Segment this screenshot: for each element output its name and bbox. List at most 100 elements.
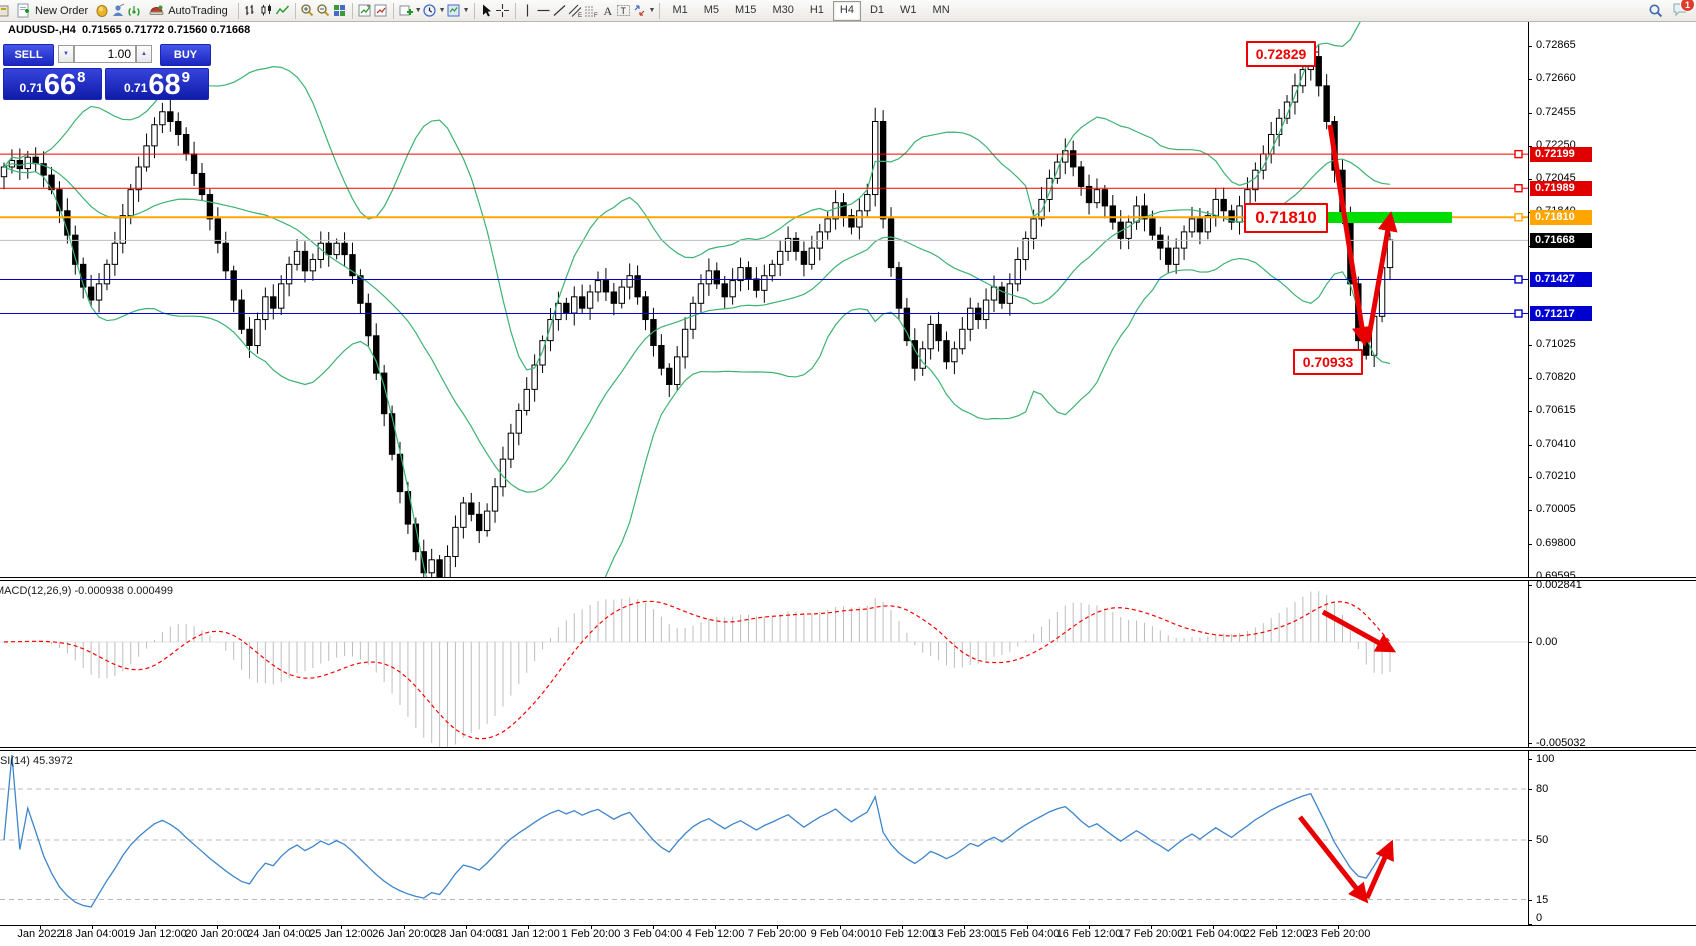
line-chart-icon[interactable] xyxy=(275,3,291,19)
indicator-list-icon[interactable] xyxy=(373,3,389,19)
candle xyxy=(944,341,949,362)
search-icon[interactable] xyxy=(1648,3,1664,19)
price-callout[interactable]: 0.72829 xyxy=(1246,41,1316,67)
signal-icon[interactable] xyxy=(126,3,142,19)
candle xyxy=(294,251,299,264)
notifications-button[interactable]: 1 xyxy=(1672,1,1688,20)
bar-chart-icon[interactable] xyxy=(243,3,259,19)
tab-timeframe-m30[interactable]: M30 xyxy=(765,1,800,21)
level-end-marker[interactable] xyxy=(1515,185,1522,192)
candlestick-icon[interactable] xyxy=(259,3,275,19)
annotation-arrow[interactable] xyxy=(1330,125,1364,340)
candle xyxy=(49,175,54,190)
toolbar: New Order AutoTrading ▼ ▼ ▼ E xyxy=(0,0,1696,22)
panel-divider[interactable] xyxy=(0,747,1696,751)
candle xyxy=(564,303,569,313)
level-end-marker[interactable] xyxy=(1515,151,1522,158)
candle xyxy=(1213,199,1218,215)
buy-price-display[interactable]: 0.71689 xyxy=(105,68,209,100)
autotrading-icon xyxy=(148,3,164,19)
rsi-axis-label: 15 xyxy=(1536,894,1548,906)
new-order-button[interactable]: New Order xyxy=(9,0,94,22)
buy-button[interactable]: BUY xyxy=(160,44,211,66)
chevron-down-icon[interactable]: ▼ xyxy=(415,7,422,14)
equidistant-channel-icon[interactable]: E xyxy=(568,3,584,19)
text-label-icon[interactable]: T xyxy=(616,3,632,19)
text-icon[interactable]: A xyxy=(600,3,616,19)
chevron-down-icon[interactable]: ▼ xyxy=(649,7,656,14)
template-icon[interactable] xyxy=(446,3,462,19)
zoom-out-icon[interactable] xyxy=(316,3,332,19)
candle xyxy=(730,281,735,297)
candle xyxy=(437,560,442,577)
indicator-up-icon[interactable] xyxy=(357,3,373,19)
buy-price-sup: 9 xyxy=(182,69,190,86)
annotation-arrow[interactable] xyxy=(1368,218,1390,342)
candle xyxy=(762,276,767,291)
candle xyxy=(445,557,450,577)
vertical-line-icon[interactable] xyxy=(520,3,536,19)
chevron-down-icon[interactable]: ▼ xyxy=(463,7,470,14)
price-callout[interactable]: 0.71810 xyxy=(1244,203,1328,233)
bucket-icon[interactable] xyxy=(94,3,110,19)
macd-indicator-label: MACD(12,26,9) -0.000938 0.000499 xyxy=(0,585,173,597)
level-end-marker[interactable] xyxy=(1515,310,1522,317)
chart-area[interactable]: AUDUSD-,H4 0.71565 0.71772 0.71560 0.716… xyxy=(0,22,1696,946)
annotation-arrow[interactable] xyxy=(1300,817,1364,898)
candle xyxy=(1094,190,1099,203)
time-axis-tick xyxy=(404,925,405,929)
candle xyxy=(247,329,252,345)
fibonacci-icon[interactable]: F xyxy=(584,3,600,19)
time-axis-tick xyxy=(155,925,156,929)
tab-timeframe-w1[interactable]: W1 xyxy=(893,1,924,21)
tab-timeframe-mn[interactable]: MN xyxy=(926,1,957,21)
price-axis-label: 0.70005 xyxy=(1536,503,1576,515)
candle xyxy=(1,167,6,177)
cursor-icon[interactable] xyxy=(479,3,495,19)
one-click-trading-panel: SELL ▼ 1.00 ▲ BUY 0.71668 0.71689 xyxy=(3,44,209,100)
volume-increase-button[interactable]: ▲ xyxy=(136,45,152,63)
price-badge: 0.71427 xyxy=(1530,272,1592,287)
tab-timeframe-m1[interactable]: M1 xyxy=(665,1,694,21)
separator xyxy=(352,3,353,19)
tab-timeframe-m15[interactable]: M15 xyxy=(728,1,763,21)
time-axis-label: 18 Jan 04:00 xyxy=(60,928,124,940)
price-axis-label: 0.72660 xyxy=(1536,72,1576,84)
candle xyxy=(429,560,434,573)
price-callout[interactable]: 0.70933 xyxy=(1293,349,1363,375)
volume-decrease-button[interactable]: ▼ xyxy=(58,45,74,63)
time-axis-tick xyxy=(1338,925,1339,929)
tab-timeframe-d1[interactable]: D1 xyxy=(863,1,891,21)
zoom-in-icon[interactable] xyxy=(300,3,316,19)
candle xyxy=(302,251,307,270)
tile-windows-icon[interactable] xyxy=(332,3,348,19)
time-axis-label: 31 Jan 12:00 xyxy=(496,928,560,940)
sell-price-display[interactable]: 0.71668 xyxy=(3,68,102,100)
period-clock-icon[interactable] xyxy=(422,3,438,19)
sell-button[interactable]: SELL xyxy=(3,44,54,66)
time-axis-label: 7 Feb 20:00 xyxy=(748,928,807,940)
arrows-icon[interactable] xyxy=(632,3,648,19)
ohlc-values: 0.71565 0.71772 0.71560 0.71668 xyxy=(82,24,250,36)
volume-input[interactable]: 1.00 xyxy=(74,45,136,63)
candle xyxy=(1023,238,1028,259)
autotrading-button[interactable]: AutoTrading xyxy=(142,0,234,22)
green-zone-bar[interactable] xyxy=(1307,212,1452,223)
level-end-marker[interactable] xyxy=(1515,214,1522,221)
panel-divider[interactable] xyxy=(0,577,1696,581)
horizontal-line-icon[interactable] xyxy=(536,3,552,19)
time-axis-tick xyxy=(279,925,280,929)
candle xyxy=(675,357,680,385)
tab-timeframe-m5[interactable]: M5 xyxy=(697,1,726,21)
profile-chart-icon[interactable] xyxy=(110,3,126,19)
trendline-icon[interactable] xyxy=(552,3,568,19)
candle xyxy=(1166,248,1171,264)
chevron-down-icon[interactable]: ▼ xyxy=(439,7,446,14)
add-indicator-icon[interactable] xyxy=(398,3,414,19)
candle xyxy=(1110,206,1115,222)
crosshair-icon[interactable] xyxy=(495,3,511,19)
level-end-marker[interactable] xyxy=(1515,276,1522,283)
candle xyxy=(1197,219,1202,232)
tab-timeframe-h1[interactable]: H1 xyxy=(803,1,831,21)
tab-timeframe-h4[interactable]: H4 xyxy=(833,1,861,21)
